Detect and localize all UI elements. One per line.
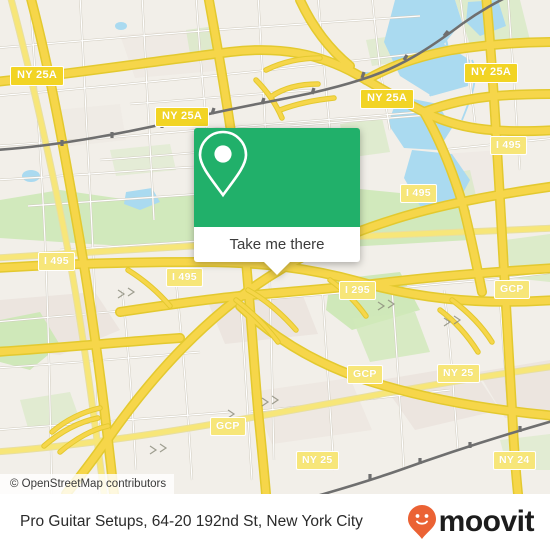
popup-action-area[interactable]: Take me there — [194, 227, 360, 275]
map-screenshot: NY 25A NY 25A NY 25A NY 25A I 495 I 495 I 495 I… — [0, 0, 550, 550]
road-shield: NY 25A — [464, 63, 519, 83]
moovit-pin-smiley-icon — [407, 505, 436, 539]
road-shield: GCP — [494, 280, 530, 299]
road-shield: NY 25A — [10, 66, 65, 86]
road-shield: NY 24 — [493, 451, 536, 470]
road-shield: I 495 — [490, 136, 527, 155]
location-popup-card[interactable]: Take me there — [194, 128, 360, 275]
moovit-logo[interactable]: moovit — [407, 504, 535, 540]
road-shield: I 495 — [38, 252, 75, 271]
road-shield: GCP — [210, 417, 246, 436]
take-me-there-label: Take me there — [229, 236, 325, 253]
road-shield: NY 25A — [155, 107, 210, 127]
map-canvas[interactable]: NY 25A NY 25A NY 25A NY 25A I 495 I 495 I 495 I… — [0, 0, 550, 494]
footer-bar: Pro Guitar Setups, 64-20 192nd St, New Y… — [0, 494, 550, 550]
road-shield: I 495 — [400, 184, 437, 203]
place-address-title: Pro Guitar Setups, 64-20 192nd St, New Y… — [20, 513, 363, 530]
road-shield: GCP — [347, 365, 383, 384]
road-shield: NY 25 — [437, 364, 480, 383]
road-shield: I 495 — [166, 268, 203, 287]
popup-pointer-tail — [264, 262, 290, 275]
osm-attribution[interactable]: © OpenStreetMap contributors — [0, 474, 175, 494]
moovit-wordmark: moovit — [438, 505, 535, 538]
road-shield: NY 25 — [296, 451, 339, 470]
popup-image-area — [194, 128, 360, 227]
map-pin-icon — [198, 130, 248, 198]
road-shield: NY 25A — [360, 89, 415, 109]
road-shield: I 295 — [339, 281, 376, 300]
